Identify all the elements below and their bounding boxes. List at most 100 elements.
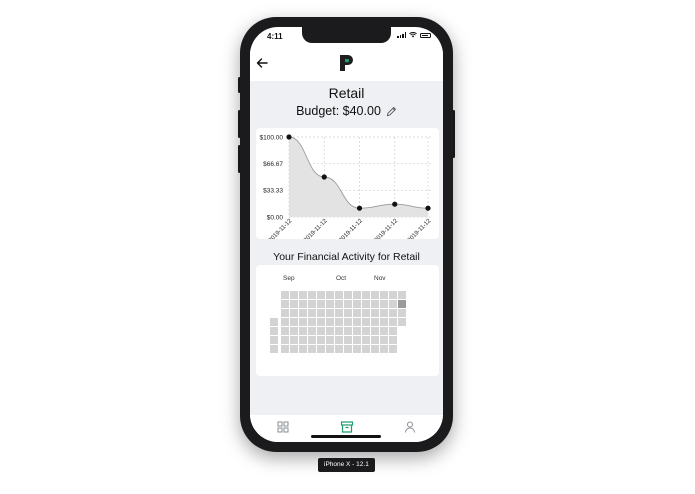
heatmap-cell[interactable] <box>290 318 298 326</box>
heatmap-cell[interactable] <box>371 345 379 353</box>
heatmap-cell[interactable] <box>398 291 406 299</box>
heatmap-cell[interactable] <box>290 291 298 299</box>
heatmap-cell[interactable] <box>281 309 289 317</box>
heatmap-cell[interactable] <box>335 300 343 308</box>
heatmap-cell[interactable] <box>344 309 352 317</box>
heatmap-cell[interactable] <box>299 336 307 344</box>
heatmap-cell[interactable] <box>389 345 397 353</box>
heatmap-cell[interactable] <box>308 291 316 299</box>
user-icon[interactable] <box>403 420 417 434</box>
heatmap-cell[interactable] <box>344 291 352 299</box>
heatmap-cell[interactable] <box>380 309 388 317</box>
heatmap-cell[interactable] <box>317 327 325 335</box>
heatmap-cell[interactable] <box>317 318 325 326</box>
heatmap-cell[interactable] <box>299 309 307 317</box>
heatmap-cell[interactable] <box>308 345 316 353</box>
heatmap-cell[interactable] <box>270 345 278 353</box>
heatmap-cell[interactable] <box>317 336 325 344</box>
heatmap-cell[interactable] <box>344 327 352 335</box>
heatmap-cell[interactable] <box>326 309 334 317</box>
heatmap-cell[interactable] <box>281 318 289 326</box>
heatmap-cell[interactable] <box>308 318 316 326</box>
heatmap-cell[interactable] <box>380 336 388 344</box>
heatmap-cell[interactable] <box>362 300 370 308</box>
heatmap-cell[interactable] <box>353 336 361 344</box>
heatmap-cell[interactable] <box>353 309 361 317</box>
heatmap-cell[interactable] <box>290 300 298 308</box>
heatmap-cell[interactable] <box>389 291 397 299</box>
heatmap-cell[interactable] <box>371 327 379 335</box>
heatmap-cell[interactable] <box>299 327 307 335</box>
heatmap-cell[interactable] <box>326 345 334 353</box>
heatmap-cell[interactable] <box>299 345 307 353</box>
heatmap-cell[interactable] <box>317 300 325 308</box>
heatmap-cell[interactable] <box>389 327 397 335</box>
heatmap-cell[interactable] <box>389 300 397 308</box>
heatmap-cell[interactable] <box>317 291 325 299</box>
heatmap-cell[interactable] <box>362 291 370 299</box>
heatmap-cell[interactable] <box>335 327 343 335</box>
grid-icon[interactable] <box>276 420 290 434</box>
heatmap-cell[interactable] <box>362 327 370 335</box>
heatmap-cell[interactable] <box>371 291 379 299</box>
heatmap-cell[interactable] <box>353 291 361 299</box>
heatmap-cell[interactable] <box>362 318 370 326</box>
heatmap-cell[interactable] <box>326 327 334 335</box>
heatmap-cell[interactable] <box>398 318 406 326</box>
heatmap-cell[interactable] <box>317 309 325 317</box>
heatmap-cell[interactable] <box>299 318 307 326</box>
heatmap-cell[interactable] <box>344 345 352 353</box>
heatmap-cell[interactable] <box>281 327 289 335</box>
heatmap-cell[interactable] <box>335 291 343 299</box>
heatmap-cell[interactable] <box>290 327 298 335</box>
heatmap-cell[interactable] <box>326 291 334 299</box>
heatmap-cell[interactable] <box>270 318 278 326</box>
heatmap-cell[interactable] <box>353 300 361 308</box>
heatmap-cell[interactable] <box>335 336 343 344</box>
heatmap-cell[interactable] <box>380 291 388 299</box>
heatmap-cell[interactable] <box>290 309 298 317</box>
heatmap-cell[interactable] <box>362 336 370 344</box>
heatmap-cell[interactable] <box>362 345 370 353</box>
heatmap-cell[interactable] <box>335 345 343 353</box>
heatmap-cell[interactable] <box>308 309 316 317</box>
heatmap-cell[interactable] <box>353 318 361 326</box>
heatmap-cell[interactable] <box>380 345 388 353</box>
heatmap-cell[interactable] <box>308 300 316 308</box>
heatmap-cell[interactable] <box>335 318 343 326</box>
heatmap-cell[interactable] <box>317 345 325 353</box>
heatmap-cell[interactable] <box>380 318 388 326</box>
heatmap-cell[interactable] <box>380 327 388 335</box>
heatmap-cell[interactable] <box>389 309 397 317</box>
heatmap-cell[interactable] <box>380 300 388 308</box>
heatmap-cell[interactable] <box>389 318 397 326</box>
heatmap-cell[interactable] <box>371 336 379 344</box>
archive-icon[interactable] <box>340 420 354 434</box>
heatmap-cell-active[interactable] <box>398 300 406 308</box>
heatmap-cell[interactable] <box>308 327 316 335</box>
heatmap-cell[interactable] <box>353 345 361 353</box>
heatmap-cell[interactable] <box>335 309 343 317</box>
heatmap-cell[interactable] <box>281 300 289 308</box>
heatmap-cell[interactable] <box>398 309 406 317</box>
heatmap-cell[interactable] <box>344 318 352 326</box>
heatmap-cell[interactable] <box>371 318 379 326</box>
heatmap-cell[interactable] <box>281 336 289 344</box>
heatmap-cell[interactable] <box>308 336 316 344</box>
heatmap-cell[interactable] <box>353 327 361 335</box>
back-arrow-icon[interactable] <box>255 56 269 70</box>
heatmap-cell[interactable] <box>290 336 298 344</box>
heatmap-cell[interactable] <box>299 291 307 299</box>
heatmap-cell[interactable] <box>281 345 289 353</box>
edit-pencil-icon[interactable] <box>386 106 397 117</box>
heatmap-cell[interactable] <box>270 336 278 344</box>
heatmap-cell[interactable] <box>371 309 379 317</box>
heatmap-cell[interactable] <box>371 300 379 308</box>
heatmap-cell[interactable] <box>389 336 397 344</box>
heatmap-cell[interactable] <box>344 336 352 344</box>
heatmap-cell[interactable] <box>290 345 298 353</box>
heatmap-cell[interactable] <box>270 327 278 335</box>
heatmap-cell[interactable] <box>299 300 307 308</box>
heatmap-cell[interactable] <box>344 300 352 308</box>
heatmap-cell[interactable] <box>326 336 334 344</box>
